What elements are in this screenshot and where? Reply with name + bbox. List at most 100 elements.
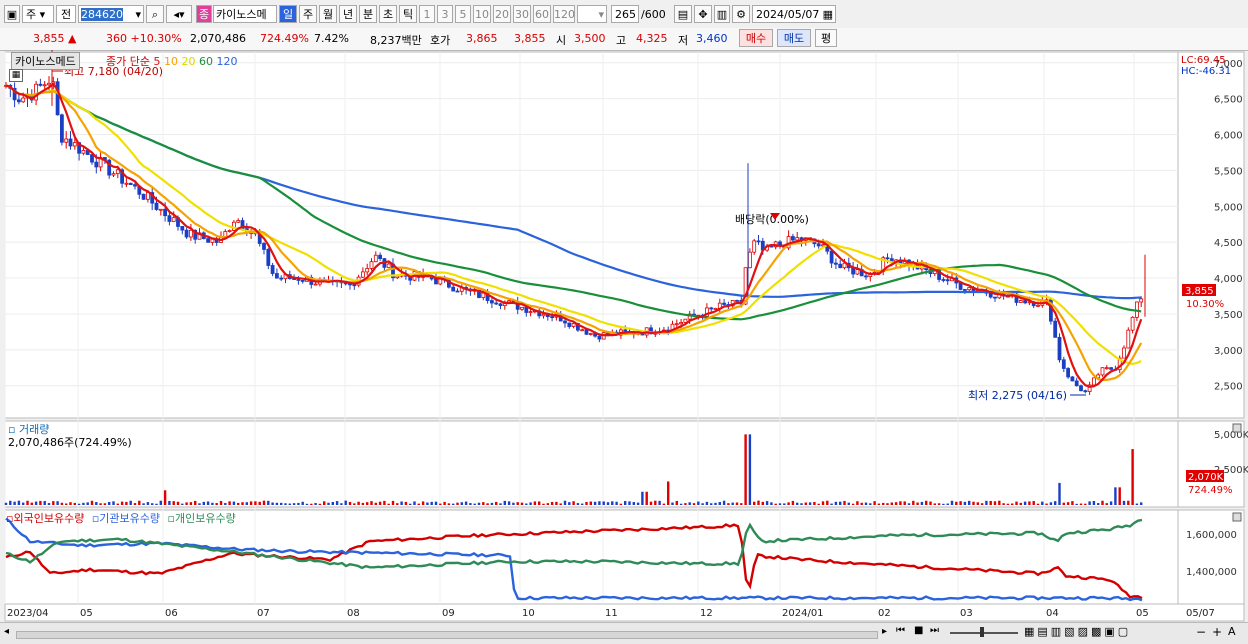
buy-button[interactable]: 매수 <box>739 29 773 47</box>
volume-bar <box>697 501 700 505</box>
volume-bar <box>237 502 240 505</box>
interval-120-button[interactable]: 120 <box>553 5 575 23</box>
chart-area[interactable]: 7,0006,5006,0005,5005,0004,5004,0003,500… <box>0 50 1248 622</box>
candle-body <box>967 287 972 291</box>
chart-tool-icons[interactable]: ▦▤▥▧▨▩▣▢ <box>1024 625 1131 638</box>
period-minute-button[interactable]: 분 <box>359 5 377 23</box>
range-select[interactable]: 전 <box>56 5 76 23</box>
window-menu-icon[interactable]: ▣ <box>4 5 20 23</box>
save-icon[interactable]: ▥ <box>714 5 730 23</box>
stock-name-tag[interactable]: 카이노스메드 <box>11 52 80 70</box>
candle-body <box>262 243 266 250</box>
period-month-button[interactable]: 월 <box>319 5 337 23</box>
interval-60-button[interactable]: 60 <box>533 5 551 23</box>
candle-body <box>597 335 602 340</box>
volume-bar <box>413 501 416 505</box>
period-year-button[interactable]: 년 <box>339 5 357 23</box>
volume-bar <box>598 501 601 505</box>
scroll-left-icon[interactable]: ◂ <box>4 626 9 637</box>
volume-bar <box>477 502 481 505</box>
period-day-button[interactable]: 일 <box>279 5 297 23</box>
zoom-slider[interactable] <box>950 632 1018 634</box>
interval-dropdown[interactable]: ▾ <box>577 5 607 23</box>
low-note: 최저 2,275 (04/16) <box>968 389 1067 402</box>
stop-icon[interactable]: ■ <box>914 625 923 636</box>
candle-body <box>489 300 494 304</box>
open-label: 시 <box>556 34 567 47</box>
volume-bar <box>1019 502 1022 505</box>
volume-bar <box>989 500 992 505</box>
zoom-in-icon[interactable]: + <box>1212 625 1222 639</box>
calculator-icon[interactable]: ▦ <box>9 69 23 82</box>
interval-1-button[interactable]: 1 <box>419 5 435 23</box>
zoom-out-icon[interactable]: − <box>1196 625 1206 639</box>
volume-bar <box>495 501 498 505</box>
volume-bar <box>826 500 829 505</box>
auto-scale-icon[interactable]: A <box>1228 625 1236 638</box>
volume-bar <box>877 503 881 505</box>
search-icon[interactable]: ⌕ <box>146 5 164 23</box>
candle-body <box>838 263 843 269</box>
candle-body <box>352 284 357 287</box>
interval-30-button[interactable]: 30 <box>513 5 531 23</box>
zoom-slider-handle[interactable] <box>980 627 984 637</box>
ma-5-label: 5 <box>153 55 161 68</box>
interval-10-button[interactable]: 10 <box>473 5 491 23</box>
period-tick-button[interactable]: 틱 <box>399 5 417 23</box>
crosshair-icon[interactable]: ✥ <box>694 5 712 23</box>
volume-bar <box>163 490 167 505</box>
candle-body <box>791 236 795 241</box>
gear-icon[interactable]: ⚙ <box>732 5 750 23</box>
period-second-button[interactable]: 초 <box>379 5 397 23</box>
calendar-icon[interactable]: ▦ <box>823 6 835 24</box>
scroll-right-icon[interactable]: ▸ <box>882 626 887 637</box>
volume-bar <box>568 502 571 505</box>
volume-bar <box>796 502 799 505</box>
price-tick-label: 5,000 <box>1214 202 1243 213</box>
candle-body <box>829 250 834 264</box>
volume-bar <box>284 503 287 505</box>
type-select[interactable]: 주 ▾ <box>22 5 54 23</box>
speaker-icon[interactable]: ◂▾ <box>166 5 192 23</box>
volume-bar <box>830 503 833 505</box>
volume-bar <box>13 501 16 505</box>
sell-button[interactable]: 매도 <box>777 29 811 47</box>
interval-5-button[interactable]: 5 <box>455 5 471 23</box>
holdings-close-icon[interactable] <box>1232 512 1242 522</box>
stock-name-field[interactable]: 카이노스메 <box>213 5 277 23</box>
volume-bar <box>387 503 390 505</box>
chart-type-icon[interactable]: ▤ <box>674 5 692 23</box>
period-week-button[interactable]: 주 <box>299 5 317 23</box>
interval-20-button[interactable]: 20 <box>493 5 511 23</box>
volume-bar <box>172 501 175 505</box>
fast-forward-icon[interactable]: ⏭ <box>930 625 939 636</box>
volume-bar <box>512 502 515 505</box>
rewind-icon[interactable]: ⏮ <box>896 625 905 636</box>
volume-bar <box>202 501 205 505</box>
candle-body <box>313 283 318 286</box>
price-tick-label: 2,500 <box>1214 382 1243 393</box>
volume-bar <box>305 503 309 505</box>
date-input[interactable]: 2024/05/07 ▦ <box>752 5 836 23</box>
volume-close-icon[interactable] <box>1232 423 1242 433</box>
horizontal-scrollbar[interactable] <box>16 631 878 639</box>
volume-bar <box>821 501 825 505</box>
volume-bar <box>1097 503 1100 505</box>
institution-holdings-label: ▫기관보유수량 <box>91 512 161 525</box>
candle-body <box>1018 300 1023 303</box>
candle-body <box>171 217 176 222</box>
code-input[interactable]: 284620 ▾ <box>78 5 144 23</box>
holdings-tick-label: 1,600,000 <box>1186 530 1237 541</box>
volume-bar <box>705 501 709 505</box>
count-input[interactable]: 265 <box>611 5 639 23</box>
interval-3-button[interactable]: 3 <box>437 5 453 23</box>
volume-bar <box>288 503 291 505</box>
eval-button[interactable]: 평 <box>815 29 837 47</box>
volume-bar <box>516 502 519 505</box>
candle-body <box>64 138 69 143</box>
candle-body <box>1057 336 1062 361</box>
volume-bar <box>357 501 360 505</box>
volume-bar <box>439 503 442 505</box>
ma-20-label: 20 <box>181 55 196 68</box>
candle-body <box>1023 300 1027 304</box>
